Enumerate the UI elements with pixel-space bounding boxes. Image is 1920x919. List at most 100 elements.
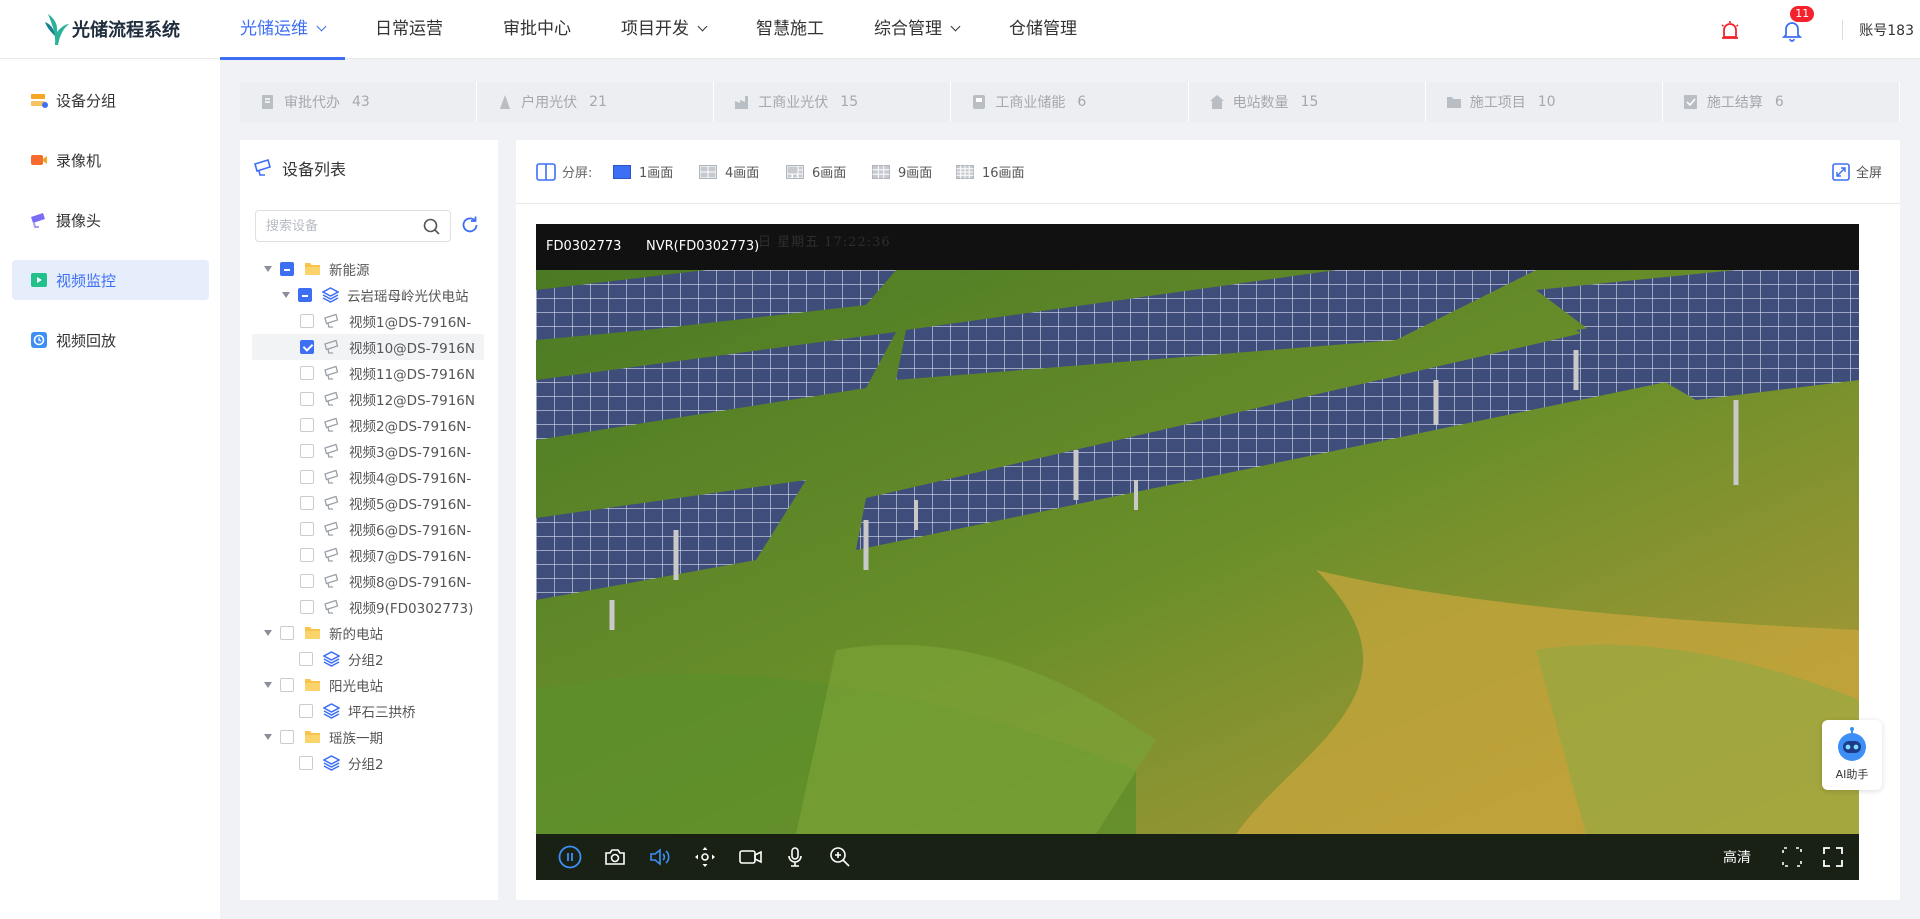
tree-checkbox[interactable] xyxy=(299,704,313,718)
ai-assistant-button[interactable]: AI助手 xyxy=(1822,720,1882,790)
folder-icon xyxy=(1446,97,1461,108)
tree-checkbox[interactable] xyxy=(300,574,314,588)
tree-camera-node[interactable]: 视频2@DS-7916N- xyxy=(252,412,484,438)
camera-outline-icon xyxy=(254,159,271,176)
tree-station-node[interactable]: 坪石三拱桥 xyxy=(252,698,484,724)
layout-9-option[interactable]: 9画面 xyxy=(872,162,932,181)
microphone-icon[interactable] xyxy=(783,845,807,869)
layout-6-option[interactable]: 6画面 xyxy=(786,162,846,181)
record-video-icon[interactable] xyxy=(738,845,764,869)
tree-checkbox[interactable] xyxy=(300,314,314,328)
tree-camera-node[interactable]: 视频11@DS-7916N xyxy=(252,360,484,386)
tree-folder-node[interactable]: 瑶族一期 xyxy=(252,724,484,750)
tree-station-node[interactable]: 云岩瑶母岭光伏电站 xyxy=(252,282,484,308)
stat-card-commercial-storage[interactable]: 工商业储能 6 xyxy=(951,82,1189,122)
tree-camera-node[interactable]: 视频7@DS-7916N- xyxy=(252,542,484,568)
account-name[interactable]: 账号183 xyxy=(1859,20,1914,40)
ptz-control-icon[interactable] xyxy=(693,845,717,869)
nav-item-general[interactable]: 综合管理 xyxy=(844,0,979,59)
stat-card-station-count[interactable]: 电站数量 15 xyxy=(1188,82,1426,122)
sidebar-item-video-playback[interactable]: 视频回放 xyxy=(12,320,209,360)
tree-folder-node[interactable]: 新的电站 xyxy=(252,620,484,646)
tree-checkbox[interactable] xyxy=(300,522,314,536)
tree-checkbox[interactable] xyxy=(300,366,314,380)
nav-item-construction[interactable]: 智慧施工 xyxy=(726,0,844,59)
stat-card-approval[interactable]: 审批代办 43 xyxy=(240,82,478,122)
pause-icon[interactable] xyxy=(558,845,582,869)
tree-camera-node[interactable]: 视频4@DS-7916N- xyxy=(252,464,484,490)
crop-region-icon[interactable] xyxy=(1780,845,1804,869)
tree-node-label: 视频8@DS-7916N- xyxy=(349,575,472,591)
caret-down-icon[interactable] xyxy=(282,292,290,298)
factory-icon xyxy=(735,96,749,109)
tree-camera-node[interactable]: 视频1@DS-7916N- xyxy=(252,308,484,334)
sidebar-item-camera[interactable]: 摄像头 xyxy=(12,200,209,240)
video-header: FD0302773 NVR(FD0302773) 日 星期五 17:22:36 xyxy=(536,224,1859,270)
quality-toggle[interactable]: 高清 xyxy=(1723,847,1751,867)
document-icon xyxy=(262,95,273,109)
tree-checkbox[interactable] xyxy=(300,600,314,614)
caret-down-icon[interactable] xyxy=(264,266,272,272)
tree-station-node[interactable]: 分组2 xyxy=(252,646,484,672)
volume-icon[interactable] xyxy=(648,845,672,869)
app-logo[interactable]: 光储流程系统 xyxy=(44,12,180,46)
video-player[interactable]: FD0302773 NVR(FD0302773) 日 星期五 17:22:36 … xyxy=(536,224,1859,880)
tree-checkbox[interactable] xyxy=(298,288,312,302)
tree-checkbox[interactable] xyxy=(300,392,314,406)
nav-item-project[interactable]: 项目开发 xyxy=(591,0,726,59)
fullscreen-button[interactable]: 全屏 xyxy=(1832,162,1882,181)
layout-1-option[interactable]: 1画面 xyxy=(613,162,673,181)
tree-folder-node[interactable]: 阳光电站 xyxy=(252,672,484,698)
device-search-input[interactable] xyxy=(256,211,406,241)
alarm-icon[interactable] xyxy=(1718,18,1742,42)
tree-checkbox[interactable] xyxy=(299,652,313,666)
tree-checkbox[interactable] xyxy=(280,678,294,692)
stat-card-commercial-pv[interactable]: 工商业光伏 15 xyxy=(714,82,952,122)
nav-item-warehouse[interactable]: 仓储管理 xyxy=(979,0,1097,59)
tree-checkbox[interactable] xyxy=(300,470,314,484)
tree-checkbox[interactable] xyxy=(300,444,314,458)
tree-station-node[interactable]: 分组2 xyxy=(252,750,484,776)
tree-checkbox[interactable] xyxy=(300,340,314,354)
search-icon[interactable] xyxy=(423,218,440,235)
layout-4-option[interactable]: 4画面 xyxy=(699,162,759,181)
nav-item-approval[interactable]: 审批中心 xyxy=(463,0,591,59)
tree-camera-node[interactable]: 视频3@DS-7916N- xyxy=(252,438,484,464)
zoom-in-icon[interactable] xyxy=(828,845,852,869)
caret-down-icon[interactable] xyxy=(264,734,272,740)
sidebar-item-recorder[interactable]: 录像机 xyxy=(12,140,209,180)
tree-checkbox[interactable] xyxy=(299,756,313,770)
tree-checkbox[interactable] xyxy=(280,730,294,744)
tree-checkbox[interactable] xyxy=(280,262,294,276)
sidebar-item-label: 设备分组 xyxy=(56,91,117,110)
tree-camera-node[interactable]: 视频8@DS-7916N- xyxy=(252,568,484,594)
refresh-icon[interactable] xyxy=(460,215,480,235)
layout-label: 16画面 xyxy=(982,166,1025,181)
device-id: FD0302773 xyxy=(546,239,622,254)
tree-node-label: 分组2 xyxy=(348,653,384,669)
caret-down-icon[interactable] xyxy=(264,630,272,636)
tree-checkbox[interactable] xyxy=(300,548,314,562)
stat-card-construction-project[interactable]: 施工项目 10 xyxy=(1425,82,1663,122)
tree-camera-node[interactable]: 视频5@DS-7916N- xyxy=(252,490,484,516)
sidebar-item-video-monitor[interactable]: 视频监控 xyxy=(12,260,209,300)
tree-camera-node[interactable]: 视频9(FD0302773) xyxy=(252,594,484,620)
stat-card-household-pv[interactable]: 户用光伏 21 xyxy=(477,82,715,122)
tree-folder-node[interactable]: 新能源 xyxy=(252,256,484,282)
sidebar-item-device-group[interactable]: 设备分组 xyxy=(12,80,209,120)
nav-item-ops[interactable]: 光储运维 xyxy=(220,0,345,60)
layout-16-option[interactable]: 16画面 xyxy=(956,162,1025,181)
notification-bell-icon[interactable]: 11 xyxy=(1780,5,1815,42)
video-fullscreen-icon[interactable] xyxy=(1821,845,1845,869)
tree-checkbox[interactable] xyxy=(300,418,314,432)
caret-down-icon[interactable] xyxy=(264,682,272,688)
stat-card-construction-settlement[interactable]: 施工结算 6 xyxy=(1662,82,1900,122)
tree-checkbox[interactable] xyxy=(280,626,294,640)
tree-camera-node[interactable]: 视频6@DS-7916N- xyxy=(252,516,484,542)
tree-checkbox[interactable] xyxy=(300,496,314,510)
nav-label: 项目开发 xyxy=(621,19,689,39)
nav-item-daily[interactable]: 日常运营 xyxy=(345,0,463,59)
tree-camera-node[interactable]: 视频12@DS-7916N xyxy=(252,386,484,412)
tree-camera-node[interactable]: 视频10@DS-7916N xyxy=(252,334,484,360)
snapshot-camera-icon[interactable] xyxy=(603,845,627,869)
